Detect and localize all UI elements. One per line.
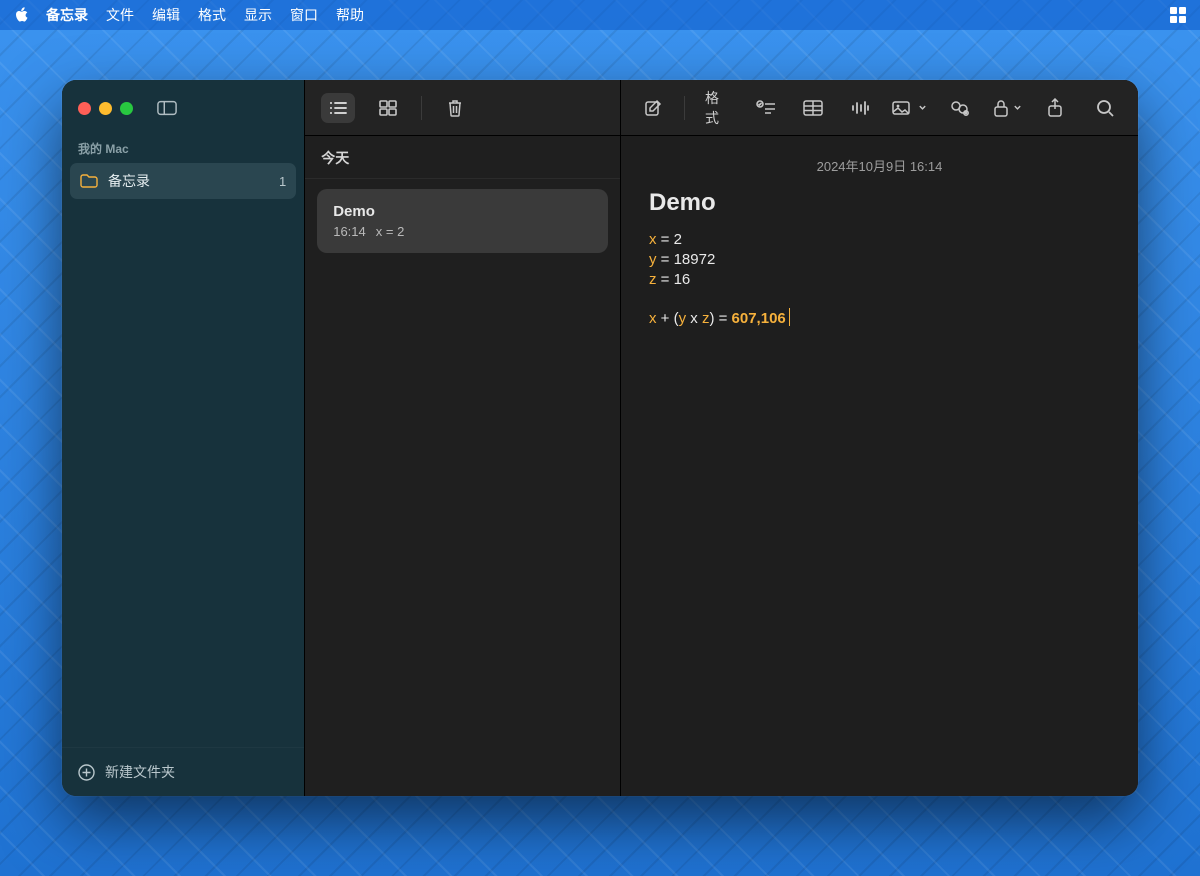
audio-button[interactable] bbox=[845, 93, 876, 123]
checklist-button[interactable] bbox=[751, 93, 782, 123]
toolbar-separator bbox=[421, 96, 422, 120]
media-menu[interactable] bbox=[892, 100, 927, 116]
chevron-down-icon bbox=[918, 103, 927, 112]
menu-edit[interactable]: 编辑 bbox=[152, 5, 180, 25]
apple-logo-icon[interactable] bbox=[14, 7, 30, 23]
toolbar-separator bbox=[684, 96, 685, 120]
note-list-column: 今天 Demo 16:14 x = 2 bbox=[305, 80, 621, 796]
zoom-button[interactable] bbox=[120, 102, 133, 115]
note-card-title: Demo bbox=[333, 203, 592, 220]
titlebar-left bbox=[62, 80, 304, 136]
note-card-preview: x = 2 bbox=[376, 224, 405, 239]
note-list-header: 今天 bbox=[305, 136, 620, 179]
folder-icon bbox=[80, 174, 98, 188]
list-view-button[interactable] bbox=[321, 93, 355, 123]
note-card[interactable]: Demo 16:14 x = 2 bbox=[317, 189, 608, 253]
share-button[interactable] bbox=[1038, 93, 1072, 123]
editor-line-2: y = 18972 bbox=[649, 251, 1110, 268]
control-center-icon[interactable] bbox=[1170, 7, 1186, 23]
sidebar: 我的 Mac 备忘录 1 新建文件夹 bbox=[62, 80, 305, 796]
close-button[interactable] bbox=[78, 102, 91, 115]
plus-circle-icon bbox=[78, 764, 95, 781]
sidebar-folder-count: 1 bbox=[279, 174, 286, 189]
notes-window: 我的 Mac 备忘录 1 新建文件夹 今天 Demo bbox=[62, 80, 1138, 796]
menubar-app[interactable]: 备忘录 bbox=[46, 5, 88, 25]
new-folder-label: 新建文件夹 bbox=[105, 762, 175, 782]
menubar: 备忘录 文件 编辑 格式 显示 窗口 帮助 bbox=[0, 0, 1200, 30]
link-button[interactable] bbox=[943, 93, 977, 123]
toolbar-left bbox=[305, 80, 620, 136]
editor-date: 2024年10月9日 16:14 bbox=[649, 156, 1110, 175]
text-cursor bbox=[789, 308, 790, 326]
delete-button[interactable] bbox=[438, 93, 472, 123]
menu-file[interactable]: 文件 bbox=[106, 5, 134, 25]
editor-title: Demo bbox=[649, 189, 1110, 217]
search-button[interactable] bbox=[1088, 93, 1122, 123]
editor-line-1: x = 2 bbox=[649, 231, 1110, 248]
new-folder-button[interactable]: 新建文件夹 bbox=[62, 747, 304, 796]
editor-column: 格式 bbox=[621, 80, 1138, 796]
compose-button[interactable] bbox=[637, 93, 668, 123]
chevron-down-icon bbox=[1013, 103, 1022, 112]
menu-help[interactable]: 帮助 bbox=[336, 5, 364, 25]
format-menu[interactable]: 格式 bbox=[701, 88, 735, 128]
lock-menu[interactable] bbox=[993, 99, 1022, 117]
minimize-button[interactable] bbox=[99, 102, 112, 115]
editor-line-3: z = 16 bbox=[649, 271, 1110, 288]
sidebar-folder-notes[interactable]: 备忘录 1 bbox=[70, 163, 296, 199]
table-button[interactable] bbox=[798, 93, 829, 123]
sidebar-toggle-icon[interactable] bbox=[157, 100, 177, 116]
toolbar-right: 格式 bbox=[621, 80, 1138, 136]
sidebar-section: 我的 Mac bbox=[62, 136, 304, 163]
sidebar-folder-label: 备忘录 bbox=[108, 171, 150, 191]
editor-body[interactable]: 2024年10月9日 16:14 Demo x = 2 y = 18972 z … bbox=[621, 136, 1138, 350]
gallery-view-button[interactable] bbox=[371, 93, 405, 123]
traffic-lights bbox=[78, 102, 133, 115]
editor-expression: x + (y x z) = 607,106 bbox=[649, 308, 1110, 327]
menu-format[interactable]: 格式 bbox=[198, 5, 226, 25]
note-card-time: 16:14 bbox=[333, 224, 366, 239]
menu-window[interactable]: 窗口 bbox=[290, 5, 318, 25]
menu-view[interactable]: 显示 bbox=[244, 5, 272, 25]
